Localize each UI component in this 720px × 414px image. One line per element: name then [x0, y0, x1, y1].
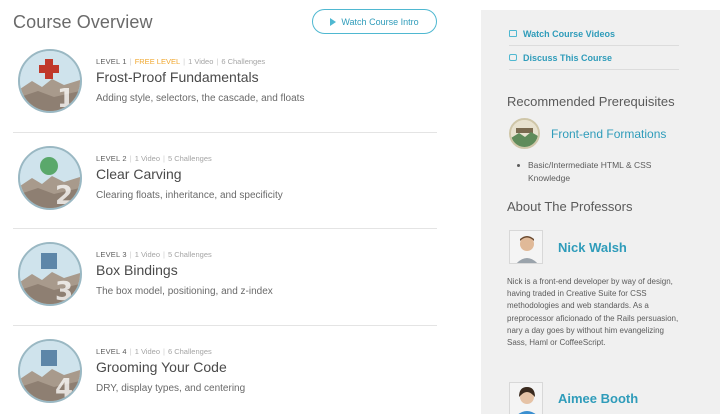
challenge-count: 5 Challenges [167, 153, 212, 163]
level-meta: LEVEL 1 | FREE LEVEL | 1 Video | 6 Challenges [96, 57, 266, 66]
watch-course-videos-label: Watch Course Videos [523, 28, 616, 39]
level-4-badge-art: 4 [20, 340, 80, 401]
front-end-formations-logo[interactable] [509, 118, 540, 149]
level-badge: 4 [18, 338, 82, 403]
challenge-count: 6 Challenges [167, 346, 212, 356]
level-3-badge-art: 3 [20, 244, 80, 304]
avatar[interactable] [509, 230, 543, 264]
level-badge: 2 [18, 145, 82, 210]
level-meta: LEVEL 4 | 1 Video | 6 Challenges [96, 346, 212, 356]
nick-walsh-avatar-art [510, 231, 542, 263]
level-2-badge-art: 2 [20, 147, 80, 208]
bullet-icon [517, 164, 520, 167]
level-item[interactable]: 1 LEVEL 1 | FREE LEVEL | 1 Video | 6 Challenge… [13, 36, 437, 133]
level-number: LEVEL 4 [96, 346, 127, 356]
level-title[interactable]: Grooming Your Code [96, 359, 227, 375]
prerequisite-item: Basic/Intermediate HTML & CSS Knowledge [528, 160, 652, 183]
level-description: The box model, positioning, and z-index [96, 286, 273, 297]
play-icon [330, 17, 337, 26]
level-description: DRY, display types, and centering [96, 382, 246, 394]
main-content: Course Overview Watch Course Intro 1 LEV… [0, 0, 450, 414]
discuss-course-link[interactable]: Discuss This Course [509, 46, 679, 70]
video-count: 1 Video [134, 153, 160, 163]
level-badge: 3 [18, 242, 82, 306]
video-icon [509, 30, 517, 37]
challenge-count: 5 Challenges [167, 250, 212, 259]
prerequisite-course-link[interactable]: Front-end Formations [551, 127, 666, 141]
level-description: Clearing floats, inheritance, and specif… [96, 189, 283, 201]
level-title[interactable]: Clear Carving [96, 166, 182, 182]
page-title: Course Overview [13, 12, 153, 32]
blue-square-icon [41, 253, 57, 269]
professor-bio: Nick is a front-end developer by way of … [507, 277, 679, 348]
level-meta: LEVEL 2 | 1 Video | 5 Challenges [96, 153, 212, 163]
level-item[interactable]: 3 LEVEL 3 | 1 Video | 5 Challenges Box Bindi… [13, 229, 437, 326]
video-count: 1 Video [134, 346, 160, 356]
professor-name[interactable]: Nick Walsh [558, 240, 627, 255]
level-list: 1 LEVEL 1 | FREE LEVEL | 1 Video | 6 Challenge… [0, 36, 450, 414]
aimee-booth-avatar-art [510, 383, 542, 414]
level-1-badge-art: 1 [20, 51, 80, 111]
watch-course-videos-link[interactable]: Watch Course Videos [509, 22, 679, 46]
course-logo-art [511, 120, 538, 147]
professor-name[interactable]: Aimee Booth [558, 391, 638, 406]
prerequisites-heading: Recommended Prerequisites [507, 94, 675, 109]
svg-text:4: 4 [55, 374, 73, 401]
level-item[interactable]: 4 LEVEL 4 | 1 Video | 6 Challenges Grooming … [13, 326, 437, 414]
discuss-course-label: Discuss This Course [523, 52, 613, 63]
video-count: 1 Video [188, 57, 214, 66]
svg-text:2: 2 [55, 181, 73, 208]
sidebar: Watch Course Videos Discuss This Course … [481, 10, 720, 414]
level-number: LEVEL 1 [96, 57, 127, 66]
level-title[interactable]: Box Bindings [96, 262, 178, 278]
level-meta: LEVEL 3 | 1 Video | 5 Challenges [96, 250, 212, 259]
level-title[interactable]: Frost-Proof Fundamentals [96, 69, 259, 85]
blue-square-icon [41, 349, 57, 366]
professors-heading: About The Professors [507, 199, 633, 214]
level-number: LEVEL 3 [96, 250, 127, 259]
green-circle-icon [40, 156, 58, 175]
watch-course-intro-button[interactable]: Watch Course Intro [312, 9, 437, 34]
svg-text:3: 3 [55, 277, 73, 304]
level-badge: 1 [18, 49, 82, 113]
avatar[interactable] [509, 382, 543, 414]
video-count: 1 Video [134, 250, 160, 259]
watch-course-intro-label: Watch Course Intro [341, 16, 419, 27]
free-level-badge: FREE LEVEL [134, 57, 181, 66]
challenge-count: 6 Challenges [221, 57, 266, 66]
level-number: LEVEL 2 [96, 153, 127, 163]
level-description: Adding style, selectors, the cascade, an… [96, 93, 305, 104]
level-item[interactable]: 2 LEVEL 2 | 1 Video | 5 Challenges Clear Car… [13, 133, 437, 229]
chat-bubble-icon [509, 54, 517, 61]
svg-text:1: 1 [57, 84, 75, 111]
